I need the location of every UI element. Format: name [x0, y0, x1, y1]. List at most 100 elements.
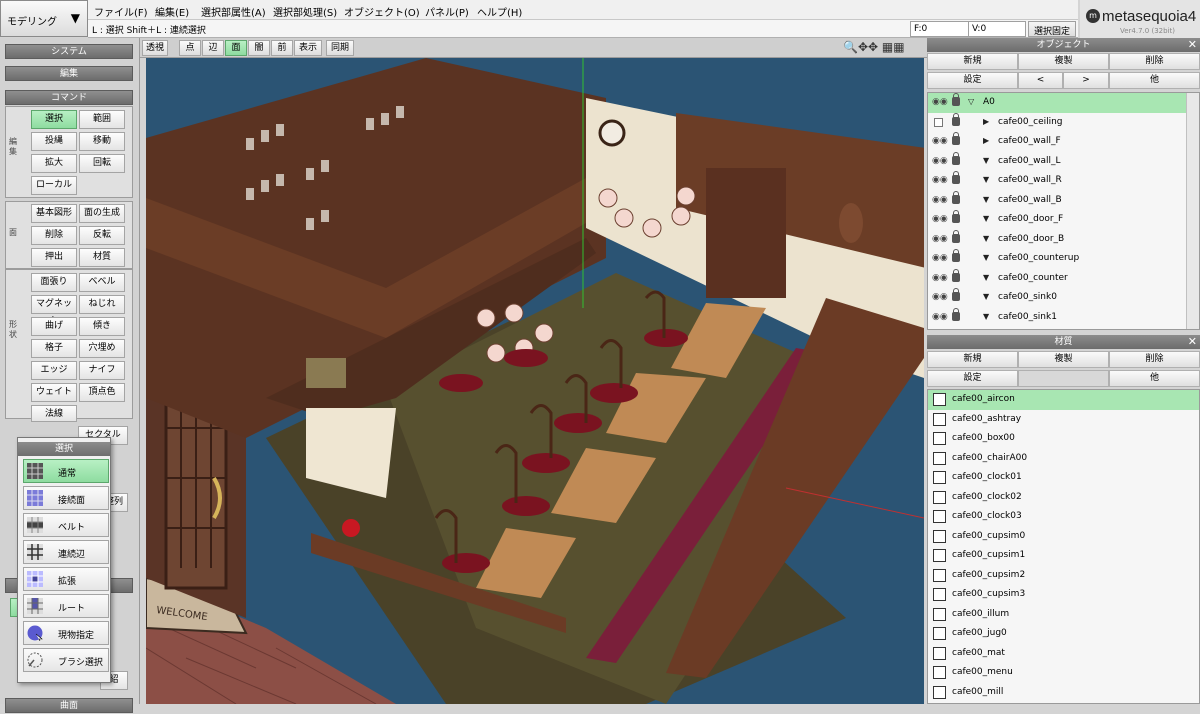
tilt-command-button[interactable]: 傾き: [79, 317, 125, 336]
face-stretch-command-button[interactable]: 面張り: [31, 273, 77, 292]
vertex-color-command-button[interactable]: 頂点色: [79, 383, 125, 402]
command-header[interactable]: コマンド: [5, 90, 133, 105]
lock-icon[interactable]: [952, 132, 960, 145]
menu-object[interactable]: オブジェクト(O): [344, 4, 420, 19]
select-edge-loop-button[interactable]: 連続辺: [23, 540, 109, 564]
material-row[interactable]: cafe00_aircon: [928, 390, 1199, 410]
material-row[interactable]: cafe00_jug0: [928, 624, 1199, 644]
object-list-scrollbar[interactable]: [1186, 93, 1199, 329]
knife-command-button[interactable]: ナイフ: [79, 361, 125, 380]
lock-icon[interactable]: [952, 151, 960, 165]
lattice-command-button[interactable]: 格子: [31, 339, 77, 358]
object-row[interactable]: ◉◉ ▼ cafe00_door_F: [928, 210, 1186, 230]
material-new-button[interactable]: 新規: [927, 351, 1018, 368]
expand-arrow-icon[interactable]: ▼: [983, 273, 989, 282]
material-row[interactable]: cafe00_clock02: [928, 488, 1199, 508]
menu-file[interactable]: ファイル(F): [94, 4, 148, 19]
lock-icon[interactable]: [952, 288, 960, 301]
fill-hole-command-button[interactable]: 穴埋め: [79, 339, 125, 358]
extrude-command-button[interactable]: 押出: [31, 248, 77, 267]
rotate-command-button[interactable]: 回転: [79, 154, 125, 173]
edit-header[interactable]: 編集: [5, 66, 133, 81]
material-settings-button[interactable]: 設定: [927, 370, 1018, 387]
create-face-command-button[interactable]: 面の生成: [79, 204, 125, 223]
material-checkbox[interactable]: [933, 549, 946, 562]
expand-arrow-icon[interactable]: ▼: [983, 292, 989, 301]
normal-command-button[interactable]: 法線: [31, 405, 77, 422]
visibility-checkbox[interactable]: [934, 117, 943, 127]
menu-edit[interactable]: 編集(E): [155, 4, 189, 19]
material-checkbox[interactable]: [933, 588, 946, 601]
material-row[interactable]: cafe00_mat: [928, 644, 1199, 664]
expand-arrow-icon[interactable]: ▼: [983, 175, 989, 184]
material-checkbox[interactable]: [933, 490, 946, 504]
primitive-command-button[interactable]: 基本図形: [31, 204, 77, 223]
visibility-icon[interactable]: ◉◉: [932, 97, 948, 107]
menu-select-attr[interactable]: 選択部属性(A): [201, 4, 266, 19]
object-next-button[interactable]: >: [1063, 72, 1109, 89]
visibility-icon[interactable]: ◉◉: [932, 214, 948, 224]
3d-viewport[interactable]: WELCOME: [146, 58, 924, 704]
material-checkbox[interactable]: [933, 529, 946, 543]
select-normal-button[interactable]: 通常: [23, 459, 109, 483]
material-row[interactable]: cafe00_cupsim3: [928, 585, 1199, 605]
object-settings-button[interactable]: 設定: [927, 72, 1018, 89]
view-perspective-button[interactable]: 透視: [142, 40, 168, 56]
visibility-icon[interactable]: ◉◉: [932, 234, 948, 244]
visibility-icon[interactable]: ◉◉: [932, 273, 948, 283]
expand-arrow-icon[interactable]: ▼: [983, 253, 989, 262]
select-expand-button[interactable]: 拡張: [23, 567, 109, 591]
select-connected-face-button[interactable]: 接続面: [23, 486, 109, 510]
view-sync-button[interactable]: 同期: [326, 40, 354, 56]
material-command-button[interactable]: 材質: [79, 248, 125, 267]
lock-icon[interactable]: [952, 210, 960, 223]
select-route-button[interactable]: ルート: [23, 594, 109, 618]
object-row[interactable]: ◉◉ ▼ cafe00_sink0: [928, 288, 1186, 308]
close-icon[interactable]: ✕: [1188, 335, 1197, 349]
select-belt-button[interactable]: ベルト: [23, 513, 109, 537]
select-brush-button[interactable]: ブラシ選択: [23, 648, 109, 672]
twist-command-button[interactable]: ねじれ: [79, 295, 125, 314]
material-row[interactable]: cafe00_illum: [928, 605, 1199, 625]
delete-command-button[interactable]: 削除: [31, 226, 77, 245]
lock-icon[interactable]: [952, 171, 960, 184]
material-checkbox[interactable]: [933, 432, 946, 445]
visibility-icon[interactable]: ◉◉: [932, 136, 948, 146]
object-row[interactable]: ◉◉ ▼ cafe00_sink1: [928, 307, 1186, 328]
view-dark-button[interactable]: 闇: [248, 40, 270, 56]
view-face-button[interactable]: 面: [225, 40, 247, 56]
lock-icon[interactable]: [952, 112, 960, 126]
expand-arrow-icon[interactable]: ▽: [968, 97, 974, 106]
object-row[interactable]: ◉◉ ▼ cafe00_door_B: [928, 229, 1186, 250]
material-row[interactable]: cafe00_clock03: [928, 507, 1199, 527]
visibility-icon[interactable]: ◉◉: [932, 175, 948, 185]
expand-arrow-icon[interactable]: ▶: [983, 136, 989, 145]
visibility-icon[interactable]: ◉◉: [932, 292, 948, 302]
view-display-button[interactable]: 表示: [294, 40, 322, 56]
object-prev-button[interactable]: <: [1018, 72, 1063, 89]
material-row[interactable]: cafe00_cupsim1: [928, 546, 1199, 566]
object-other-button[interactable]: 他: [1109, 72, 1200, 89]
lock-icon[interactable]: [952, 190, 960, 204]
local-command-button[interactable]: ローカル: [31, 176, 77, 195]
material-checkbox[interactable]: [933, 646, 946, 660]
select-actual-button[interactable]: 現物指定: [23, 621, 109, 645]
material-checkbox[interactable]: [933, 627, 946, 640]
material-checkbox[interactable]: [933, 666, 946, 679]
visibility-icon[interactable]: ◉◉: [932, 312, 948, 322]
object-row[interactable]: ◉◉ ▼ cafe00_wall_L: [928, 151, 1186, 172]
material-checkbox[interactable]: [933, 471, 946, 484]
material-row[interactable]: cafe00_clock01: [928, 468, 1199, 488]
material-row[interactable]: cafe00_box00: [928, 429, 1199, 449]
material-row[interactable]: cafe00_cupsim2: [928, 566, 1199, 586]
material-row[interactable]: cafe00_chairA00: [928, 449, 1199, 469]
lock-icon[interactable]: [952, 307, 960, 321]
visibility-icon[interactable]: ◉◉: [932, 253, 948, 263]
view-vertex-button[interactable]: 点: [179, 40, 201, 56]
material-checkbox[interactable]: [933, 451, 946, 465]
select-fix-button[interactable]: 選択固定: [1028, 21, 1076, 37]
expand-arrow-icon[interactable]: ▼: [983, 156, 989, 165]
material-row[interactable]: cafe00_cupsim0: [928, 527, 1199, 547]
surface-header[interactable]: 曲面: [5, 698, 133, 713]
object-row[interactable]: ◉◉ ▶ cafe00_wall_F: [928, 132, 1186, 152]
